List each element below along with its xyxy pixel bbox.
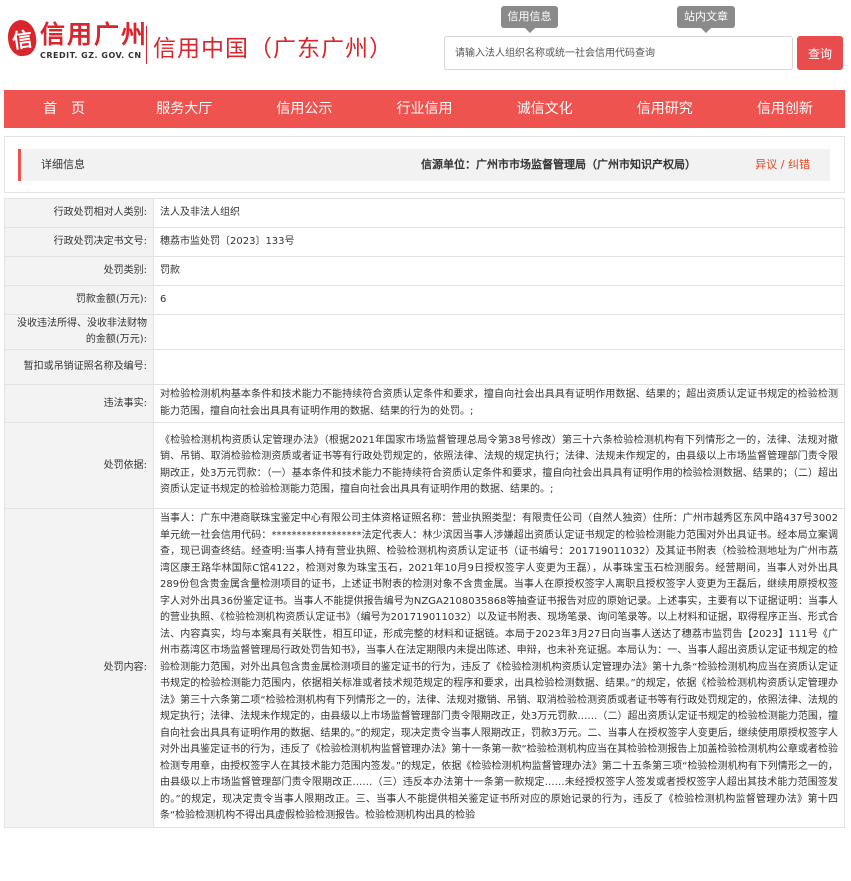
row-value: 法人及非法人组织 bbox=[153, 198, 845, 228]
table-row: 处罚依据: 《检验检测机构资质认定管理办法》（根据2021年国家市场监督管理总局… bbox=[4, 422, 845, 509]
site-logo[interactable]: 信 信用广州 CREDIT. GZ. GOV. CN bbox=[5, 18, 149, 60]
detail-title: 详细信息 bbox=[41, 158, 85, 171]
detail-header-bar: 详细信息 信源单位：广州市市场监督管理局（广州市知识产权局） 异议 / 纠错 bbox=[18, 149, 830, 181]
nav-item-integrity-culture[interactable]: 诚信文化 bbox=[485, 90, 605, 128]
credit-logo-icon: 信 bbox=[5, 18, 39, 58]
detail-panel: 详细信息 信源单位：广州市市场监督管理局（广州市知识产权局） 异议 / 纠错 bbox=[4, 136, 845, 193]
nav-item-service-hall[interactable]: 服务大厅 bbox=[124, 90, 244, 128]
nav-item-home[interactable]: 首 页 bbox=[4, 90, 124, 128]
search-button[interactable]: 查询 bbox=[797, 36, 843, 70]
tab-site-articles[interactable]: 站内文章 bbox=[677, 6, 735, 33]
logo-title: 信用广州 bbox=[40, 20, 149, 49]
objection-correction-link[interactable]: 异议 / 纠错 bbox=[755, 149, 810, 181]
table-row: 暂扣或吊销证照名称及编号: bbox=[4, 349, 845, 385]
row-value: 6 bbox=[153, 285, 845, 315]
row-value: 罚款 bbox=[153, 256, 845, 286]
row-label: 行政处罚相对人类别: bbox=[4, 198, 154, 228]
row-value: 穗荔市监处罚〔2023〕133号 bbox=[153, 227, 845, 257]
main-nav: 首 页 服务大厅 信用公示 行业信用 诚信文化 信用研究 信用创新 bbox=[4, 90, 845, 128]
table-row: 处罚类别: 罚款 bbox=[4, 256, 845, 286]
logo-domain: CREDIT. GZ. GOV. CN bbox=[40, 51, 142, 60]
row-label: 没收违法所得、没收非法财物的金额(万元): bbox=[4, 314, 154, 350]
source-unit: 信源单位：广州市市场监督管理局（广州市知识产权局） bbox=[421, 158, 696, 171]
table-row: 罚款金额(万元): 6 bbox=[4, 285, 845, 315]
row-value bbox=[153, 349, 845, 385]
row-value: 《检验检测机构资质认定管理办法》（根据2021年国家市场监督管理总局令第38号修… bbox=[153, 422, 845, 509]
nav-item-credit-research[interactable]: 信用研究 bbox=[605, 90, 725, 128]
search-input[interactable] bbox=[444, 36, 793, 70]
row-label: 行政处罚决定书文号: bbox=[4, 227, 154, 257]
table-row: 行政处罚相对人类别: 法人及非法人组织 bbox=[4, 198, 845, 228]
table-row: 违法事实: 对检验检测机构基本条件和技术能力不能持续符合资质认定条件和要求，擅自… bbox=[4, 384, 845, 423]
table-row: 行政处罚决定书文号: 穗荔市监处罚〔2023〕133号 bbox=[4, 227, 845, 257]
row-label: 暂扣或吊销证照名称及编号: bbox=[4, 349, 154, 385]
nav-item-credit-innovation[interactable]: 信用创新 bbox=[725, 90, 845, 128]
logo-divider bbox=[146, 26, 147, 64]
row-label: 罚款金额(万元): bbox=[4, 285, 154, 315]
row-label: 处罚依据: bbox=[4, 422, 154, 509]
row-value: 当事人：广东中港商联珠宝鉴定中心有限公司主体资格证照名称：营业执照类型：有限责任… bbox=[153, 508, 845, 828]
site-title: 信用中国（广东广州） bbox=[153, 36, 393, 62]
penalty-info-table: 行政处罚相对人类别: 法人及非法人组织 行政处罚决定书文号: 穗荔市监处罚〔20… bbox=[4, 198, 845, 828]
row-label: 处罚类别: bbox=[4, 256, 154, 286]
row-value: 对检验检测机构基本条件和技术能力不能持续符合资质认定条件和要求，擅自向社会出具具… bbox=[153, 384, 845, 423]
table-row: 处罚内容: 当事人：广东中港商联珠宝鉴定中心有限公司主体资格证照名称：营业执照类… bbox=[4, 508, 845, 828]
table-row: 没收违法所得、没收非法财物的金额(万元): bbox=[4, 314, 845, 350]
nav-item-credit-publicity[interactable]: 信用公示 bbox=[244, 90, 364, 128]
row-label: 处罚内容: bbox=[4, 508, 154, 828]
header: 信 信用广州 CREDIT. GZ. GOV. CN 信用中国（广东广州） 信用… bbox=[0, 0, 851, 90]
row-value bbox=[153, 314, 845, 350]
row-label: 违法事实: bbox=[4, 384, 154, 423]
tab-credit-info[interactable]: 信用信息 bbox=[501, 6, 558, 33]
nav-item-industry-credit[interactable]: 行业信用 bbox=[364, 90, 484, 128]
